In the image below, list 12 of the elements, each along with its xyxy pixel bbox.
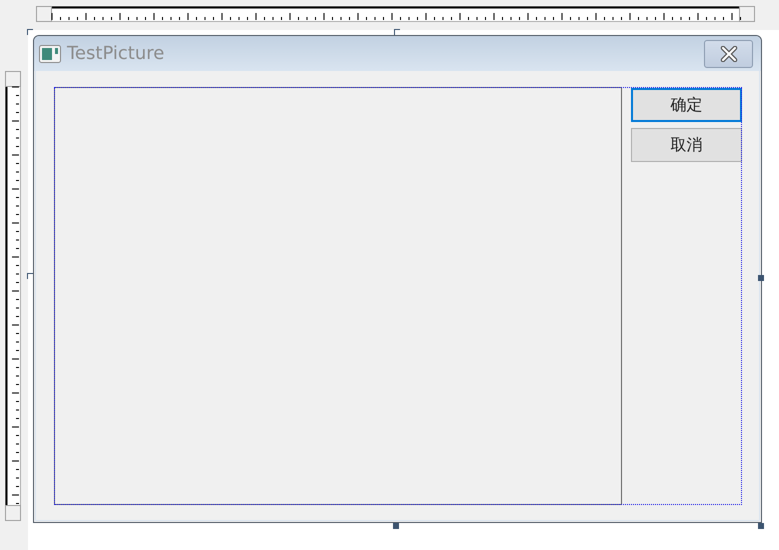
resize-handle[interactable]: [27, 273, 33, 279]
close-button[interactable]: [704, 40, 753, 68]
resize-handle[interactable]: [393, 523, 399, 529]
resize-handle[interactable]: [758, 275, 764, 281]
resize-handle[interactable]: [394, 29, 400, 35]
dialog-button[interactable]: 确定: [631, 88, 742, 122]
dialog-button[interactable]: 取消: [631, 128, 742, 162]
resize-handle[interactable]: [758, 523, 764, 529]
window-title: TestPicture: [67, 43, 166, 64]
resize-handle[interactable]: [27, 29, 33, 35]
close-icon: [720, 46, 738, 62]
window-icon: [39, 44, 61, 62]
